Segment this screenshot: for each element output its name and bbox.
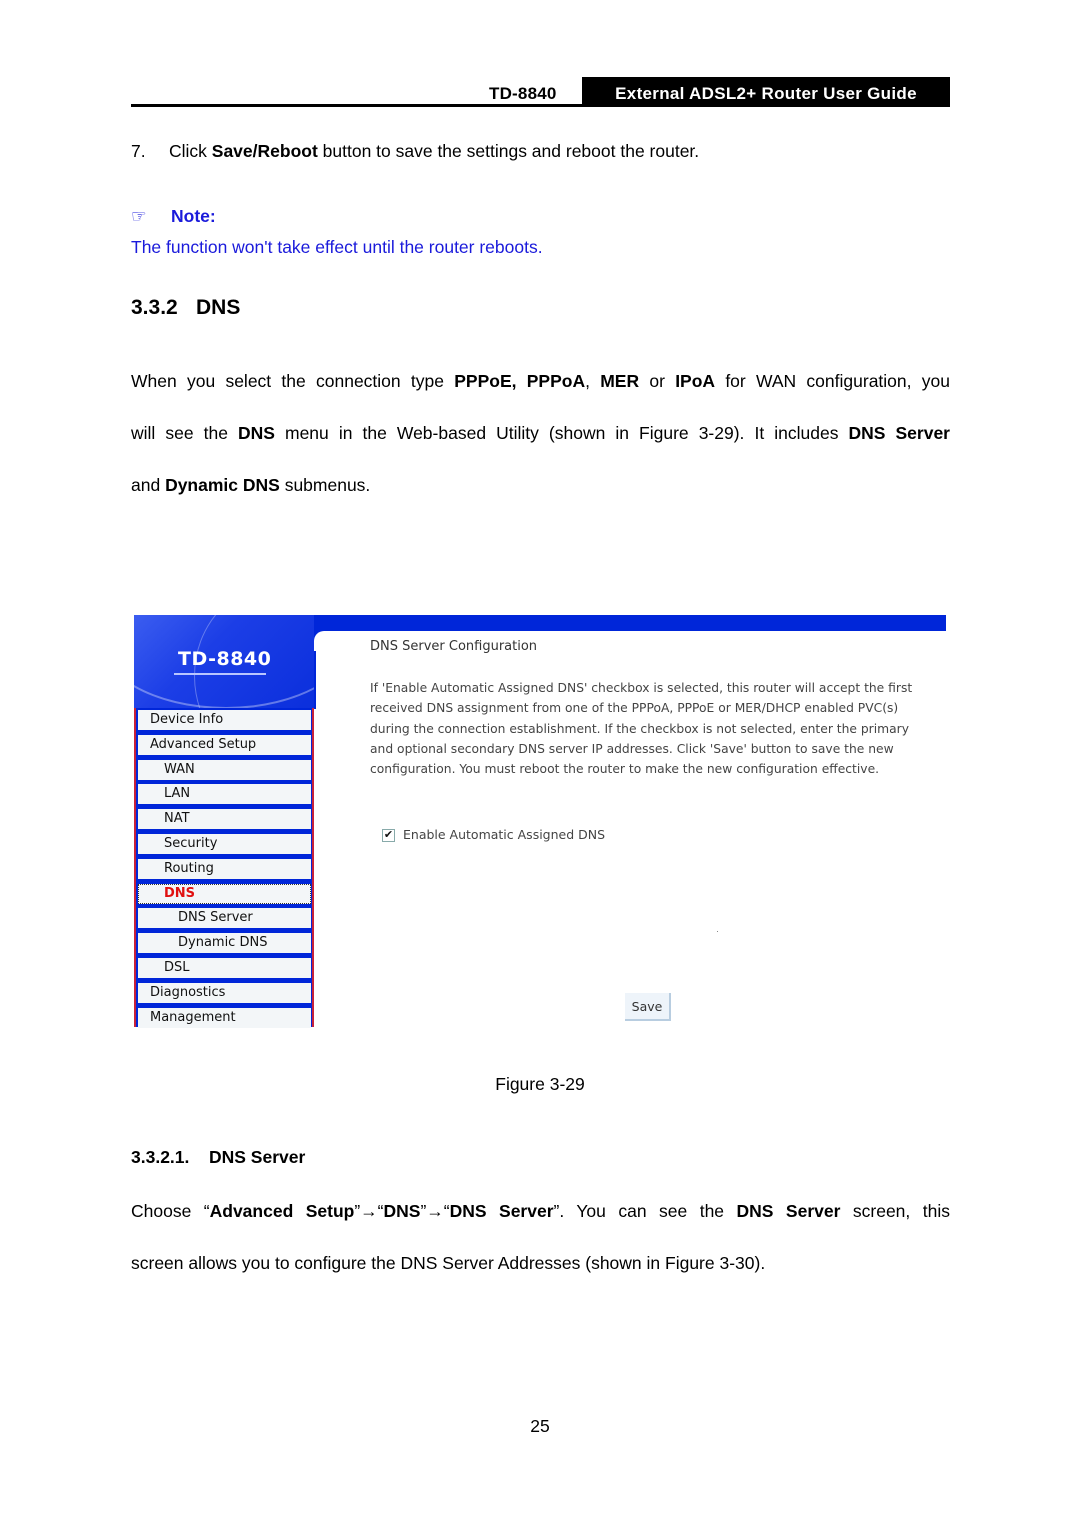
note-label: Note:: [171, 206, 216, 226]
header-model: TD-8840: [489, 84, 557, 103]
step-number: 7.: [131, 141, 146, 161]
text-run: for WAN configuration, you: [715, 371, 950, 391]
text-run-bold: Dynamic DNS: [165, 475, 280, 495]
choose-line-2: screen allows you to configure the DNS S…: [131, 1253, 766, 1273]
figure-caption: Figure 3-29: [495, 1074, 585, 1094]
sidebar-item-device-info[interactable]: Device Info: [138, 710, 311, 730]
intro-line-1: When you select the connection type PPPo…: [131, 371, 950, 391]
sidebar-item-dns-server[interactable]: DNS Server: [138, 908, 311, 929]
config-title: DNS Server Configuration: [370, 639, 538, 654]
stray-dot: [717, 931, 718, 932]
text-run-bold: DNS: [238, 423, 275, 443]
text-run: When you select the connection type: [131, 371, 455, 391]
sidebar-item-security[interactable]: Security: [138, 834, 311, 854]
text-run: submenus.: [279, 475, 371, 495]
pointing-hand-icon: ☞: [131, 206, 147, 226]
text-run-bold: IPoA: [675, 371, 716, 391]
sidebar-item-dsl[interactable]: DSL: [138, 958, 311, 978]
step-text-pre: Click: [169, 141, 212, 161]
content-corner: [314, 631, 354, 651]
step-text-post: button to save the settings and reboot t…: [317, 141, 700, 161]
text-run: ,: [585, 371, 601, 391]
logo-text: TD-8840: [178, 648, 272, 670]
text-run: will see the: [131, 423, 238, 443]
text-run: ”. You can see the: [553, 1201, 737, 1221]
logo-panel: TD-8840: [134, 615, 314, 708]
sidebar-item-management[interactable]: Management: [138, 1007, 311, 1028]
sidebar-item-nat[interactable]: NAT: [138, 809, 311, 830]
text-run-bold: DNS Server: [848, 423, 951, 443]
note-heading: ☞ Note:: [131, 206, 216, 227]
sidebar-item-dns[interactable]: DNS: [138, 883, 311, 904]
config-description: If 'Enable Automatic Assigned DNS' check…: [370, 681, 913, 777]
sidebar-edge: [134, 708, 136, 1027]
step-text-bold: Save/Reboot: [211, 141, 318, 161]
sidebar-item-diagnostics[interactable]: Diagnostics: [138, 982, 311, 1003]
section-number: 3.3.2: [131, 296, 178, 319]
choose-line-1: Choose “Advanced Setup”→“DNS”→“DNS Serve…: [131, 1201, 950, 1221]
text-run: Choose “: [131, 1201, 210, 1221]
sidebar-item-wan[interactable]: WAN: [138, 759, 311, 780]
text-run-bold: MER: [600, 371, 640, 391]
sidebar-menu: Device Info Advanced Setup WAN LAN NAT Securi…: [134, 708, 314, 1028]
page-number: 25: [530, 1416, 550, 1436]
enable-auto-dns-checkbox[interactable]: ✔: [382, 829, 395, 842]
sidebar-item-lan[interactable]: LAN: [138, 784, 311, 805]
subsection-number: 3.3.2.1.: [131, 1147, 190, 1167]
intro-line-2: will see the DNS menu in the Web-based U…: [131, 423, 950, 443]
subsection-heading: 3.3.2.1. DNS Server: [131, 1147, 305, 1168]
section-heading: 3.3.2 DNS: [131, 296, 240, 320]
note-text: The function won't take effect until the…: [131, 237, 543, 257]
text-run-bold: DNS Server: [449, 1201, 554, 1221]
text-run-bold: DNS: [383, 1201, 421, 1221]
sidebar-item-routing[interactable]: Routing: [138, 858, 311, 879]
header-rule: [131, 104, 950, 107]
text-run: menu in the Web-based Utility (shown in …: [274, 423, 849, 443]
section-title: DNS: [196, 296, 241, 319]
text-run-bold: DNS Server: [736, 1201, 841, 1221]
sidebar-item-advanced-setup[interactable]: Advanced Setup: [138, 734, 311, 755]
text-run: ”→“: [354, 1201, 384, 1221]
enable-auto-dns-label[interactable]: Enable Automatic Assigned DNS: [403, 827, 605, 842]
subsection-title: DNS Server: [209, 1147, 306, 1167]
text-run-bold: PPPoE, PPPoA: [454, 371, 586, 391]
header-guide-title: External ADSL2+ Router User Guide: [582, 77, 950, 107]
step-7: 7. Click Save/Reboot button to save the s…: [131, 141, 699, 161]
text-run: or: [639, 371, 676, 391]
text-run: and: [131, 475, 166, 495]
router-ui-screenshot: TD-8840 Device Info Advanced Setup WAN LAN N…: [134, 615, 946, 1028]
intro-line-3: and Dynamic DNS submenus.: [131, 475, 950, 495]
text-run-bold: Advanced Setup: [209, 1201, 355, 1221]
logo-underline: [174, 673, 266, 675]
text-run: screen, this: [840, 1201, 950, 1221]
sidebar-item-dynamic-dns[interactable]: Dynamic DNS: [138, 933, 311, 954]
save-button[interactable]: Save: [625, 993, 671, 1021]
text-run: ”→“: [420, 1201, 450, 1221]
